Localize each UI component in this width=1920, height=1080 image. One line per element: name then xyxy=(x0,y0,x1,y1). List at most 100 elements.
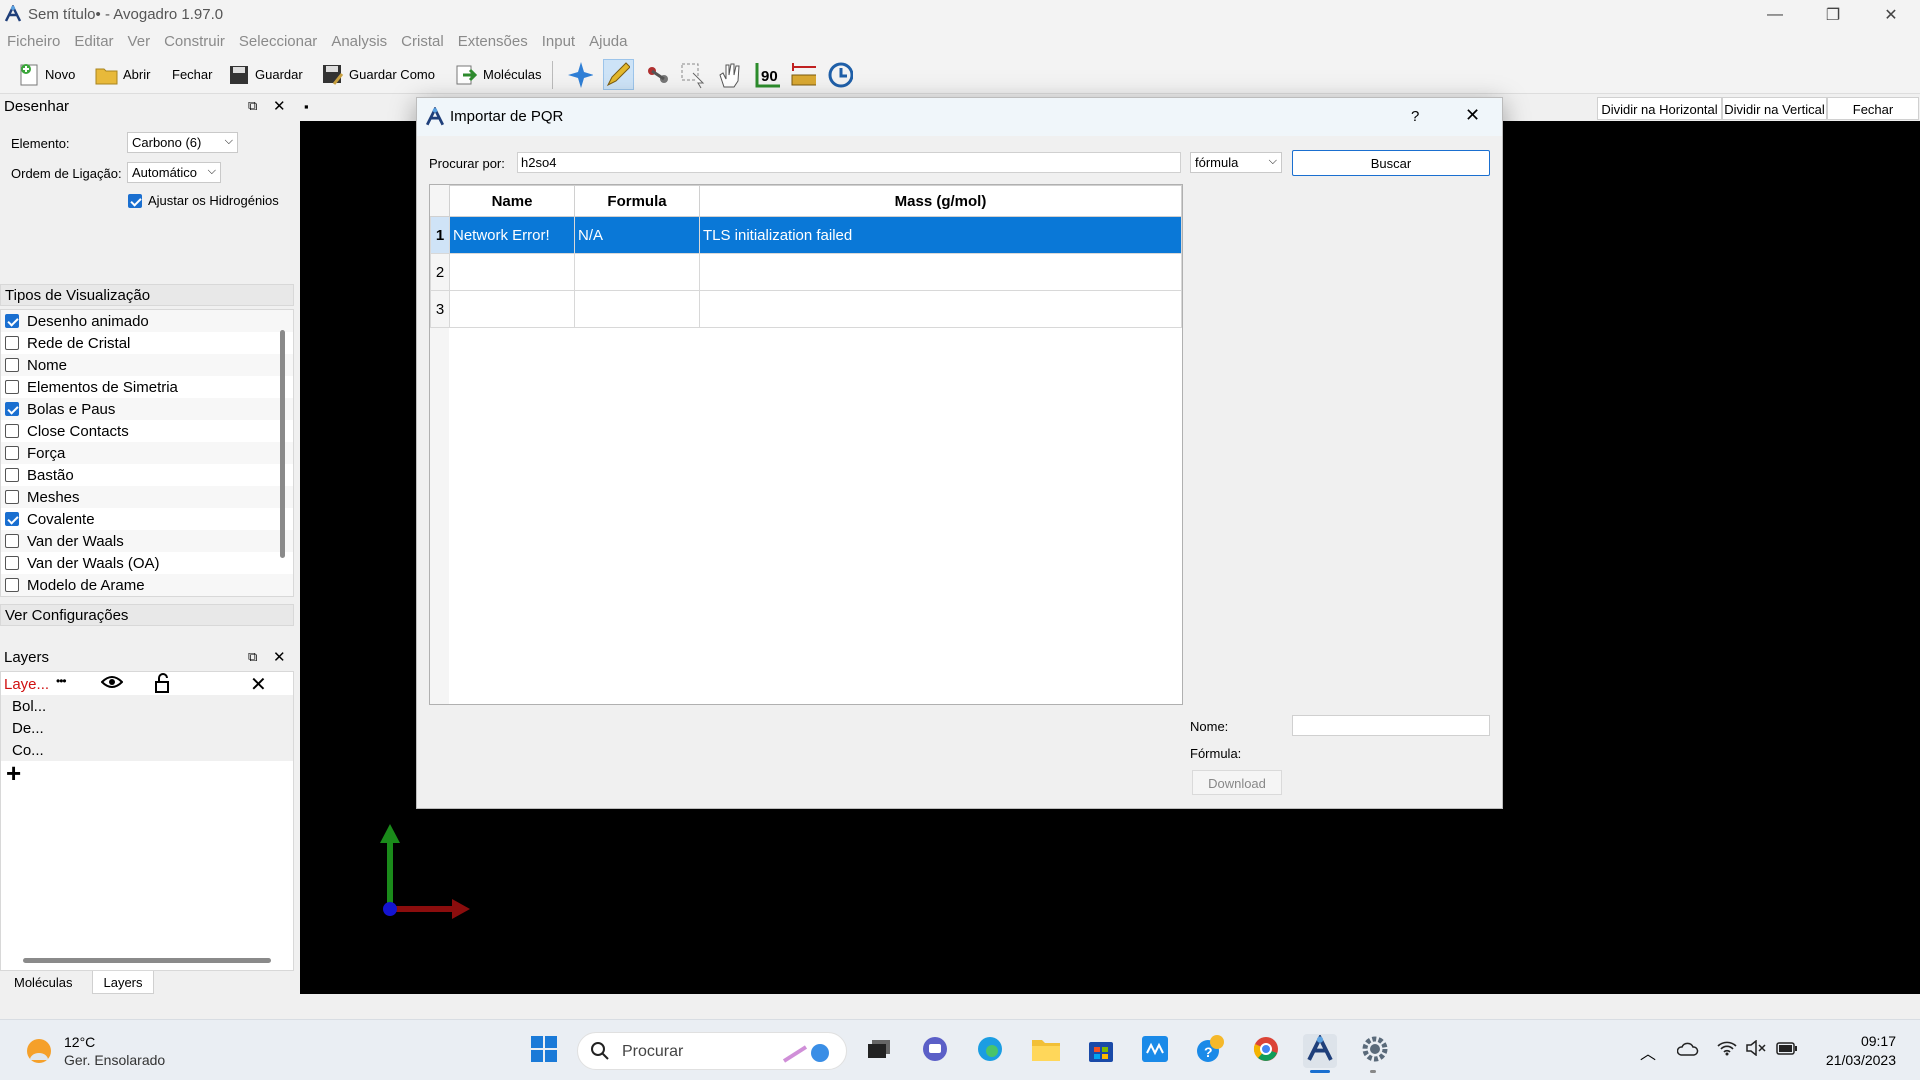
view-type-item[interactable]: Bastão xyxy=(1,464,293,486)
layer-item[interactable]: Co... xyxy=(1,739,293,761)
minimize-button[interactable]: — xyxy=(1746,0,1804,30)
wifi-icon[interactable] xyxy=(1717,1040,1737,1060)
start-button[interactable] xyxy=(527,1034,561,1068)
download-button[interactable]: Download xyxy=(1192,770,1282,795)
table-row[interactable]: 3 xyxy=(430,290,1182,328)
split-horizontal-button[interactable]: Dividir na Horizontal xyxy=(1597,97,1722,120)
edge-button[interactable] xyxy=(973,1034,1007,1068)
select-tool[interactable] xyxy=(679,59,708,90)
menu-cristal[interactable]: Cristal xyxy=(394,30,451,53)
view-type-item[interactable]: Rede de Cristal xyxy=(1,332,293,354)
cell-mass[interactable]: TLS initialization failed xyxy=(699,216,1182,254)
menu-extensoes[interactable]: Extensões xyxy=(451,30,535,53)
avogadro-taskbar-button[interactable] xyxy=(1303,1033,1337,1068)
cell-formula[interactable] xyxy=(574,290,700,328)
explorer-button[interactable] xyxy=(1029,1034,1063,1068)
tab-layers[interactable]: Layers xyxy=(92,971,154,994)
view-type-item[interactable]: Meshes xyxy=(1,486,293,508)
cell-mass[interactable] xyxy=(699,253,1182,291)
cell-name[interactable]: Network Error! xyxy=(449,216,575,254)
layers-hscrollbar[interactable] xyxy=(23,958,271,963)
manipulate-tool[interactable] xyxy=(716,59,745,90)
checkbox-unchecked-icon[interactable] xyxy=(5,556,19,570)
battery-icon[interactable] xyxy=(1776,1042,1798,1060)
layer-item[interactable]: De... xyxy=(1,717,293,739)
col-mass[interactable]: Mass (g/mol) xyxy=(699,185,1182,217)
cell-name[interactable] xyxy=(449,290,575,328)
playback-tool[interactable] xyxy=(827,59,856,90)
view-settings-header[interactable]: Ver Configurações xyxy=(0,604,294,626)
menu-editar[interactable]: Editar xyxy=(67,30,120,53)
search-type-select[interactable]: fórmula ⌵ xyxy=(1190,152,1282,173)
volume-muted-icon[interactable] xyxy=(1745,1039,1767,1060)
myhp-button[interactable] xyxy=(1138,1034,1172,1068)
lock-open-icon[interactable] xyxy=(154,673,170,697)
row-number[interactable]: 2 xyxy=(430,253,450,291)
split-vertical-button[interactable]: Dividir na Vertical xyxy=(1722,97,1827,120)
checkbox-checked-icon[interactable] xyxy=(5,512,19,526)
get-help-button[interactable]: ? xyxy=(1193,1034,1227,1068)
navigate-tool[interactable] xyxy=(567,59,596,90)
clock-time[interactable]: 09:17 xyxy=(1848,1033,1896,1049)
new-button[interactable]: Novo xyxy=(16,59,75,90)
close-file-button[interactable]: Fechar xyxy=(172,59,212,90)
molecules-button[interactable]: Moléculas xyxy=(454,59,542,90)
table-row[interactable]: 1 Network Error! N/A TLS initialization … xyxy=(430,216,1182,254)
onedrive-cloud-icon[interactable] xyxy=(1676,1041,1699,1061)
view-types-header[interactable]: Tipos de Visualização xyxy=(0,284,294,306)
layer-active-row[interactable]: Laye... ••• ✕ xyxy=(1,672,293,697)
element-select[interactable]: Carbono (6) ⌵ xyxy=(127,132,238,153)
checkbox-unchecked-icon[interactable] xyxy=(5,446,19,460)
open-button[interactable]: Abrir xyxy=(94,59,150,90)
menu-ficheiro[interactable]: Ficheiro xyxy=(0,30,67,53)
add-layer-icon[interactable]: + xyxy=(6,758,21,789)
restore-button[interactable]: ❐ xyxy=(1804,0,1862,30)
view-list-scrollbar[interactable] xyxy=(280,330,285,558)
search-input[interactable] xyxy=(517,152,1181,173)
clock-date[interactable]: 21/03/2023 xyxy=(1818,1052,1896,1068)
close-panel-icon[interactable]: ✕ xyxy=(273,97,286,115)
view-type-item[interactable]: Força xyxy=(1,442,293,464)
close-panel-icon[interactable]: ✕ xyxy=(273,648,286,666)
name-field[interactable] xyxy=(1292,715,1490,736)
eye-visibility-icon[interactable] xyxy=(100,674,124,694)
delete-layer-icon[interactable]: ✕ xyxy=(250,672,267,697)
float-panel-icon[interactable]: ⧉ xyxy=(248,98,257,114)
view-type-item[interactable]: Modelo de Arame xyxy=(1,574,293,596)
view-type-item[interactable]: Covalente xyxy=(1,508,293,530)
checkbox-unchecked-icon[interactable] xyxy=(5,424,19,438)
menu-ajuda[interactable]: Ajuda xyxy=(582,30,634,53)
checkbox-unchecked-icon[interactable] xyxy=(5,468,19,482)
checkbox-checked-icon[interactable] xyxy=(5,402,19,416)
row-number[interactable]: 3 xyxy=(430,290,450,328)
layer-item[interactable]: Bol... xyxy=(1,695,293,717)
menu-construir[interactable]: Construir xyxy=(157,30,232,53)
checkbox-unchecked-icon[interactable] xyxy=(5,380,19,394)
checkbox-unchecked-icon[interactable] xyxy=(5,358,19,372)
menu-input[interactable]: Input xyxy=(535,30,582,53)
store-button[interactable] xyxy=(1084,1034,1118,1068)
tab-molecules[interactable]: Moléculas xyxy=(14,975,73,990)
view-type-item[interactable]: Desenho animado xyxy=(1,310,293,332)
col-formula[interactable]: Formula xyxy=(574,185,700,217)
chevron-up-icon[interactable]: ︿ xyxy=(1640,1040,1656,1064)
task-view-button[interactable] xyxy=(862,1034,896,1068)
checkbox-unchecked-icon[interactable] xyxy=(5,534,19,548)
menu-seleccionar[interactable]: Seleccionar xyxy=(232,30,324,53)
ruler-tool[interactable] xyxy=(790,59,819,90)
view-type-item[interactable]: Van der Waals (OA) xyxy=(1,552,293,574)
checkbox-unchecked-icon[interactable] xyxy=(5,490,19,504)
view-type-item[interactable]: Van der Waals xyxy=(1,530,293,552)
checkbox-unchecked-icon[interactable] xyxy=(5,578,19,592)
settings-button[interactable] xyxy=(1358,1034,1392,1068)
table-row[interactable]: 2 xyxy=(430,253,1182,291)
help-button[interactable]: ? xyxy=(1411,108,1419,125)
draw-tool[interactable] xyxy=(603,59,634,90)
view-type-item[interactable]: Close Contacts xyxy=(1,420,293,442)
more-options-icon[interactable]: ••• xyxy=(56,674,67,688)
bond-centric-tool[interactable] xyxy=(644,59,673,90)
measure-tool[interactable]: 90 xyxy=(754,59,783,90)
float-panel-icon[interactable]: ⧉ xyxy=(248,649,257,665)
menu-ver[interactable]: Ver xyxy=(121,30,158,53)
view-type-item[interactable]: Bolas e Paus xyxy=(1,398,293,420)
